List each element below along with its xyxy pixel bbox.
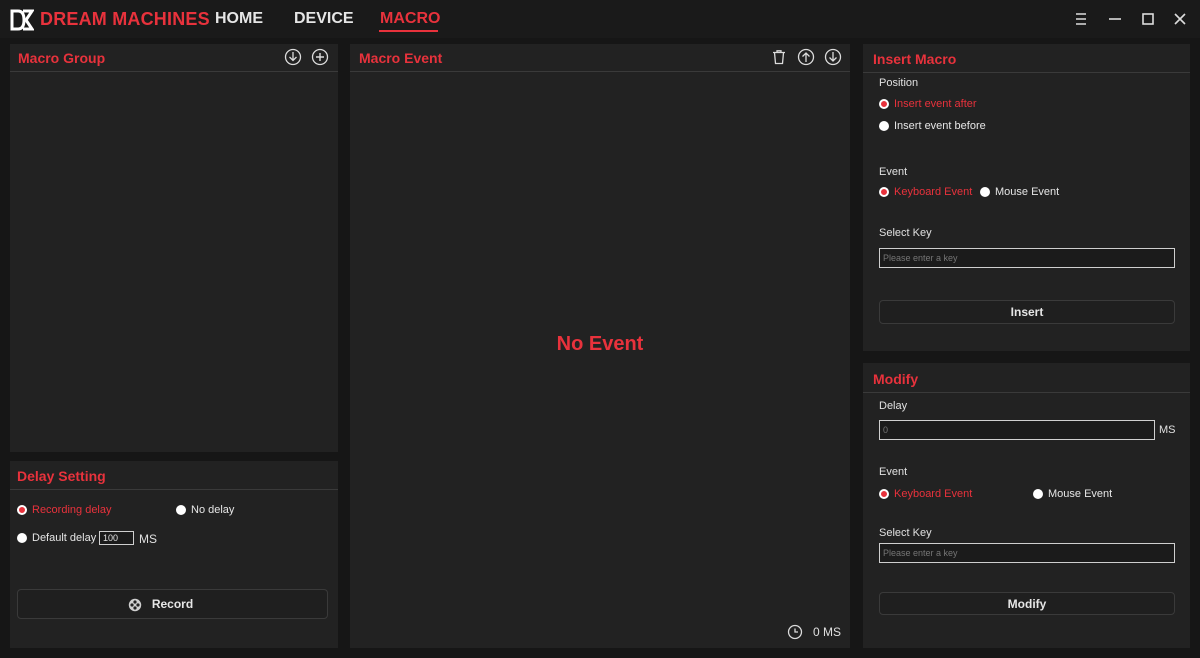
insert-button[interactable]: Insert (879, 300, 1175, 324)
radio-selected-icon (17, 505, 27, 515)
divider (863, 392, 1190, 393)
total-time: 0 MS (813, 625, 842, 639)
insert-after-radio[interactable]: Insert event after (879, 98, 977, 110)
add-icon[interactable] (311, 48, 329, 66)
maximize-icon[interactable] (1139, 10, 1157, 28)
tab-macro[interactable]: MACRO (380, 10, 440, 28)
radio-unselected-icon (17, 533, 27, 543)
default-delay-unit: MS (139, 532, 157, 546)
clock-icon (787, 624, 803, 640)
tab-device[interactable]: DEVICE (294, 10, 354, 28)
modify-delay-unit: MS (1159, 424, 1176, 436)
modify-mouse-event-radio[interactable]: Mouse Event (1033, 488, 1112, 500)
divider (350, 71, 850, 72)
divider (10, 489, 338, 490)
modify-delay-input[interactable] (879, 420, 1155, 440)
macro-event-title: Macro Event (359, 50, 443, 66)
brand-logo-icon (10, 9, 34, 31)
insert-macro-title: Insert Macro (873, 51, 957, 67)
macro-group-title: Macro Group (18, 50, 106, 66)
macro-group-panel (10, 44, 338, 452)
default-delay-label: Default delay (32, 532, 97, 544)
keyboard-event-label: Keyboard Event (894, 488, 973, 500)
tab-home[interactable]: HOME (215, 10, 263, 28)
delay-label: Delay (879, 400, 908, 412)
insert-keyboard-event-radio[interactable]: Keyboard Event (879, 186, 972, 198)
insert-before-radio[interactable]: Insert event before (879, 120, 986, 132)
modify-event-label: Event (879, 466, 908, 478)
minimize-icon[interactable] (1106, 10, 1124, 28)
radio-selected-icon (879, 187, 889, 197)
delay-setting-title: Delay Setting (17, 468, 106, 484)
radio-selected-icon (879, 99, 889, 109)
radio-unselected-icon (980, 187, 990, 197)
menu-icon[interactable] (1072, 10, 1090, 28)
move-down-icon[interactable] (824, 48, 842, 66)
radio-selected-icon (879, 489, 889, 499)
modify-button[interactable]: Modify (879, 592, 1175, 615)
divider (10, 71, 338, 72)
event-label: Event (879, 166, 908, 178)
radio-unselected-icon (1033, 489, 1043, 499)
no-delay-radio[interactable]: No delay (176, 504, 234, 516)
modify-title: Modify (873, 371, 919, 387)
import-icon[interactable] (284, 48, 302, 66)
insert-before-label: Insert event before (894, 120, 986, 132)
modify-select-key-label: Select Key (879, 527, 932, 539)
default-delay-input[interactable] (99, 531, 134, 545)
brand-name: DREAM MACHINES (40, 9, 210, 29)
radio-unselected-icon (176, 505, 186, 515)
record-button-label: Record (151, 597, 194, 611)
select-key-label: Select Key (879, 227, 932, 239)
empty-state-text: No Event (556, 333, 644, 355)
default-delay-radio[interactable]: Default delay (17, 532, 96, 544)
radio-unselected-icon (879, 121, 889, 131)
no-delay-label: No delay (191, 504, 235, 516)
mouse-event-label: Mouse Event (995, 186, 1060, 198)
move-up-icon[interactable] (797, 48, 815, 66)
title-bar: DREAM MACHINES HOME DEVICE MACRO (0, 0, 1200, 38)
recording-delay-radio[interactable]: Recording delay (17, 504, 112, 516)
active-tab-indicator (379, 30, 438, 32)
position-label: Position (879, 77, 919, 89)
trash-icon[interactable] (770, 48, 788, 66)
modify-keyboard-event-radio[interactable]: Keyboard Event (879, 488, 972, 500)
insert-mouse-event-radio[interactable]: Mouse Event (980, 186, 1059, 198)
recording-delay-label: Recording delay (32, 504, 112, 516)
close-icon[interactable] (1171, 10, 1189, 28)
insert-key-input[interactable] (879, 248, 1175, 268)
modify-key-input[interactable] (879, 543, 1175, 563)
divider (863, 72, 1190, 73)
mouse-event-label: Mouse Event (1048, 488, 1113, 500)
record-icon (128, 598, 142, 612)
record-button[interactable]: Record (17, 589, 328, 619)
keyboard-event-label: Keyboard Event (894, 186, 973, 198)
insert-after-label: Insert event after (894, 98, 977, 110)
